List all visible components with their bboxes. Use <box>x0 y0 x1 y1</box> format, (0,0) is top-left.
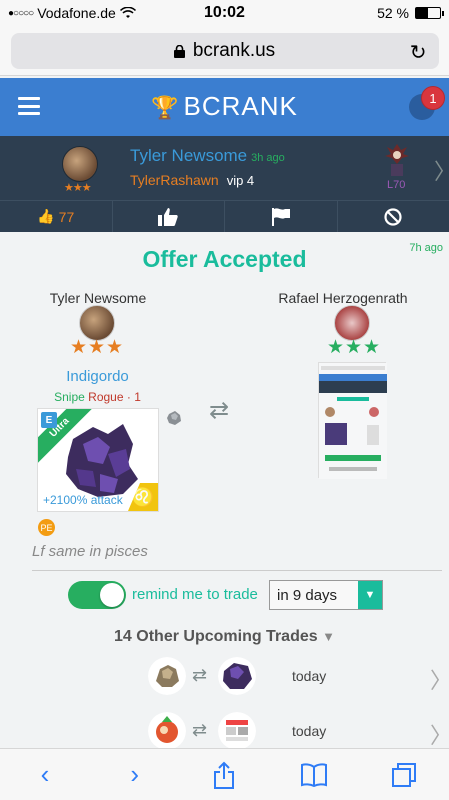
battery-fill <box>416 8 429 18</box>
pe-badge: PE <box>38 519 55 536</box>
user-name-line: Tyler Newsome 3h ago <box>130 146 285 166</box>
reload-icon[interactable]: ↻ <box>410 40 427 65</box>
monster-card[interactable]: Ultra E +2100% attack ♌ <box>37 408 159 512</box>
upcoming-trades-header[interactable]: 14 Other Upcoming Trades ▼ <box>0 628 449 646</box>
offer-status-title: Offer Accepted <box>142 246 307 272</box>
element-icon: E <box>41 412 57 428</box>
swap-arrows-icon: ⇄ <box>192 665 208 685</box>
block-icon <box>384 207 402 226</box>
like-button[interactable] <box>113 201 225 232</box>
app-header: 🏆 BCRANK 1 <box>0 78 449 136</box>
trade-give-image <box>148 712 186 750</box>
left-party-name[interactable]: Tyler Newsome <box>8 290 188 306</box>
user-time: 3h ago <box>251 152 285 164</box>
remind-toggle[interactable] <box>68 581 126 609</box>
trade-get-image <box>218 657 256 695</box>
chevron-right-icon[interactable]: 〉 <box>434 154 449 186</box>
rock-icon <box>167 411 181 425</box>
carrier-label: Vodafone.de <box>37 5 116 21</box>
url-text: bcrank.us <box>192 39 276 61</box>
share-button[interactable] <box>180 749 270 800</box>
block-button[interactable] <box>338 201 449 232</box>
offer-note: Lf same in pisces <box>32 543 148 560</box>
status-bar: ●○○○○ Vodafone.de 10:02 52 % <box>0 0 449 26</box>
right-party-name[interactable]: Rafael Herzogenrath <box>253 290 433 306</box>
divider <box>32 570 442 571</box>
like-count-button[interactable]: 👍 77 <box>0 201 113 232</box>
chevron-down-icon: ▼ <box>358 581 382 609</box>
remind-label: remind me to trade <box>132 586 258 603</box>
tag-snipe: Snipe <box>54 390 85 404</box>
tabs-icon <box>392 762 417 787</box>
character-icon <box>385 144 409 176</box>
user-row[interactable]: ★★★ Tyler Newsome 3h ago TylerRashawn vip … <box>0 136 449 200</box>
book-icon <box>301 762 328 787</box>
chevron-right-icon: › <box>130 759 140 789</box>
user-avatar[interactable] <box>62 146 98 182</box>
share-icon <box>214 761 235 789</box>
remind-interval-value: in 9 days <box>277 586 338 604</box>
upcoming-trades-title: 14 Other Upcoming Trades <box>114 628 318 645</box>
brand-text: BCRANK <box>183 91 298 121</box>
screenshot-image <box>319 363 387 479</box>
signal-icon: ●○○○○ <box>8 7 34 19</box>
attack-bonus: +2100% attack <box>43 493 123 507</box>
forward-button[interactable]: › <box>90 749 180 800</box>
bookmarks-button[interactable] <box>269 749 359 800</box>
user-stars: ★★★ <box>64 182 92 194</box>
url-field[interactable]: bcrank.us ↻ <box>10 32 439 69</box>
trade-when: today <box>292 668 327 684</box>
back-button[interactable]: ‹ <box>0 749 90 800</box>
battery-label: 52 % <box>377 5 409 21</box>
chevron-right-icon[interactable]: 〉 <box>430 718 449 750</box>
action-bar: 👍 77 <box>0 200 449 232</box>
monster-tags: Snipe Rogue · 1 <box>0 390 195 404</box>
chevron-right-icon[interactable]: 〉 <box>430 663 449 695</box>
address-bar: bcrank.us ↻ <box>0 26 449 76</box>
offered-screenshot[interactable] <box>318 362 387 479</box>
browser-toolbar: ‹ › <box>0 748 449 800</box>
flag-icon <box>271 207 290 226</box>
vip-label: vip 4 <box>226 173 255 188</box>
user-handle-line: TylerRashawn vip 4 <box>130 172 254 188</box>
trophy-icon: 🏆 <box>151 95 180 120</box>
right-party-stars: ★★★ <box>326 337 382 358</box>
trade-get-image <box>218 712 256 750</box>
monster-name[interactable]: Indigordo <box>0 368 195 385</box>
user-name[interactable]: Tyler Newsome <box>130 146 247 165</box>
lock-icon <box>173 45 185 58</box>
like-count: 77 <box>58 208 75 225</box>
brand-logo[interactable]: 🏆 BCRANK <box>0 91 449 122</box>
thumbs-up-orange-icon: 👍 <box>37 208 55 224</box>
status-right: 52 % <box>377 5 444 21</box>
toggle-knob <box>100 583 124 607</box>
battery-icon <box>415 7 444 19</box>
status-left: ●○○○○ Vodafone.de <box>8 5 136 21</box>
thumbs-up-icon <box>158 207 178 226</box>
swap-arrows-icon: ⇄ <box>209 397 230 424</box>
flag-button[interactable] <box>225 201 338 232</box>
caret-down-icon: ▼ <box>322 629 335 644</box>
swap-arrows-icon: ⇄ <box>192 720 208 740</box>
user-handle[interactable]: TylerRashawn <box>130 172 219 188</box>
notification-badge[interactable]: 1 <box>421 86 445 110</box>
tabs-button[interactable] <box>359 749 449 800</box>
left-party-stars: ★★★ <box>69 337 125 358</box>
trade-row[interactable]: ⇄ today 〉 <box>0 655 449 699</box>
character-level: L70 <box>387 179 406 191</box>
trade-when: today <box>292 723 327 739</box>
wifi-icon <box>119 7 136 18</box>
remind-interval-select[interactable]: in 9 days ▼ <box>269 580 383 610</box>
tag-rogue: Rogue · 1 <box>88 390 141 404</box>
trade-give-image <box>148 657 186 695</box>
chevron-left-icon: ‹ <box>40 759 50 789</box>
